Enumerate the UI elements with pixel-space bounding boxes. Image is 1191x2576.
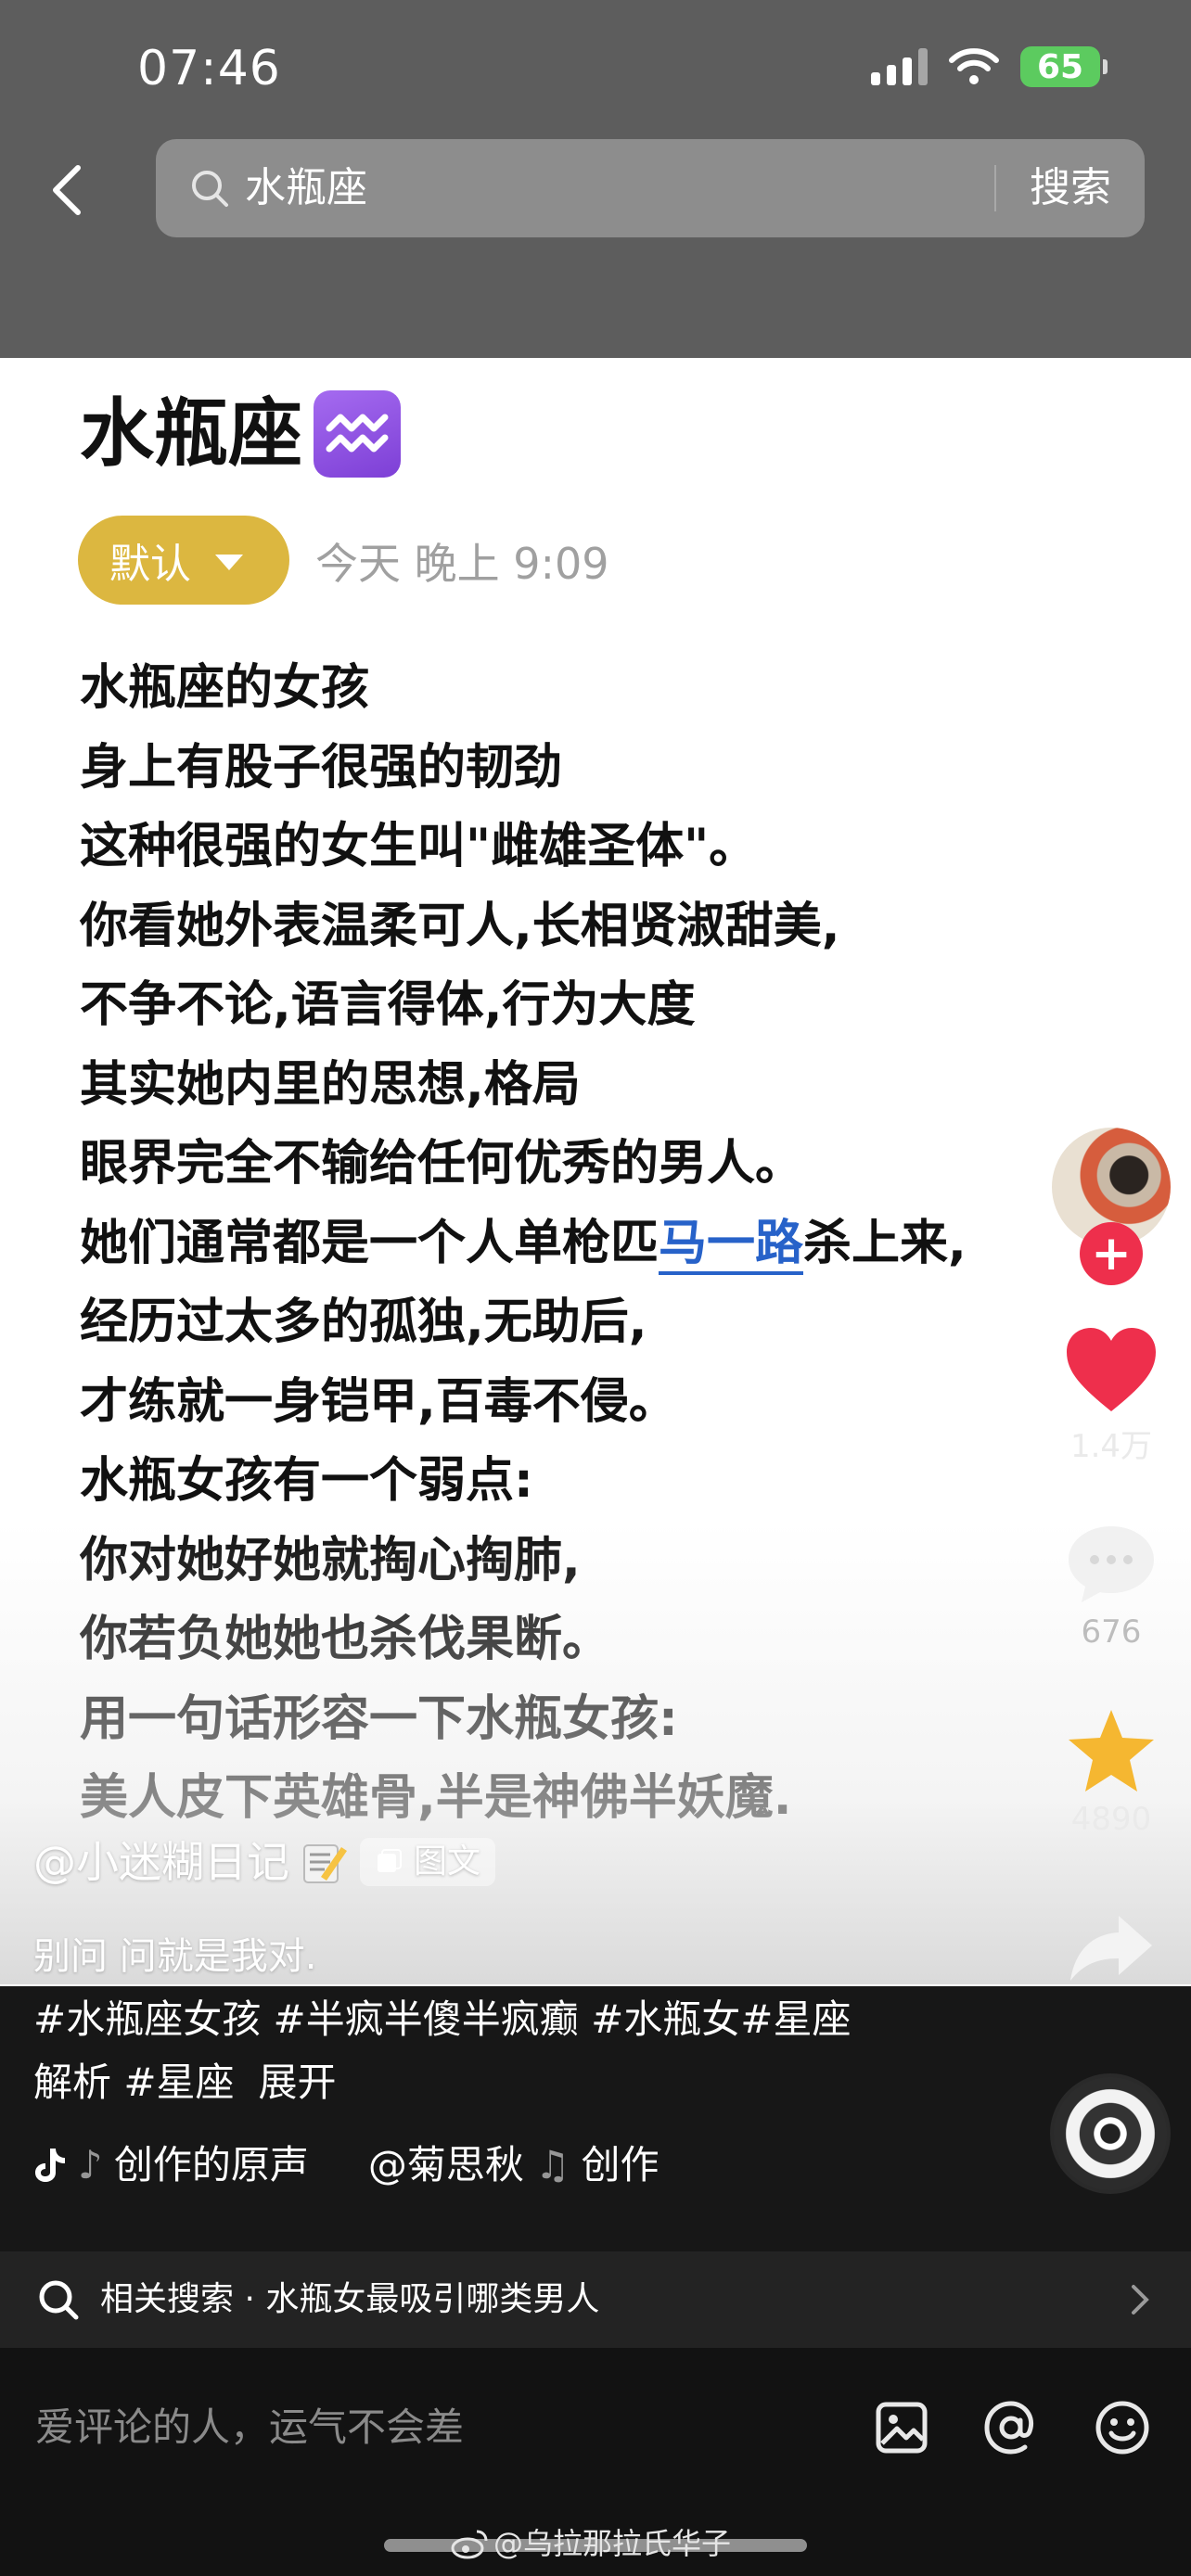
search-bar[interactable]: 水瓶座 搜索: [156, 139, 1145, 237]
note-line: 不争不论,语言得体,行为大度: [80, 977, 696, 1033]
favorite-count: 4890: [1070, 1801, 1152, 1838]
music-author: @菊思秋: [367, 2142, 524, 2187]
sort-dropdown[interactable]: 默认: [78, 516, 289, 605]
music-tail: 创作: [581, 2142, 660, 2187]
search-button[interactable]: 搜索: [1030, 161, 1111, 215]
plus-icon: +: [1091, 1226, 1132, 1282]
expand-button[interactable]: 展开: [259, 2060, 337, 2105]
image-picker-button[interactable]: [872, 2398, 931, 2457]
hashtags: #水瓶座女孩 #半疯半傻半疯癫 #水瓶女#星座 解析 #星座 展开: [33, 1988, 942, 2114]
search-icon: [192, 171, 228, 207]
author-name[interactable]: @小迷糊日记: [33, 1834, 289, 1890]
note-body: 水瓶座的女孩 身上有股子很强的韧劲 这种很强的女生叫"雌雄圣体"。 你看她外表温…: [80, 649, 1063, 1839]
top-bar: 07:46 65 水瓶座 搜索: [0, 0, 1191, 358]
hashtags-line-2: 解析 #星座 展开: [33, 2051, 942, 2114]
note-line: 你若负她她也杀伐果断。: [80, 1612, 611, 1667]
battery-level: 65: [1036, 47, 1084, 86]
note-header: 水瓶座: [80, 389, 401, 478]
hashtags-line-2-text[interactable]: 解析 #星座: [33, 2060, 235, 2105]
at-sign-icon: [984, 2401, 1033, 2455]
status-time: 07:46: [137, 41, 281, 96]
caret-down-icon: [215, 554, 243, 570]
search-input[interactable]: 水瓶座: [245, 161, 367, 215]
aquarius-emoji-icon: [314, 390, 401, 478]
note-line: 其实她内里的思想,格局: [80, 1056, 581, 1113]
image-text-icon: [378, 1849, 402, 1872]
post-type-label: 图文: [414, 1843, 481, 1881]
music-info[interactable]: ♪ 创作的原声 @菊思秋 ♫ 创作: [33, 2138, 660, 2192]
related-search-bar[interactable]: 相关搜索 · 水瓶女最吸引哪类男人: [0, 2251, 1191, 2348]
post-caption: 别问 问就是我对.: [33, 1935, 317, 1978]
status-indicators: 65: [871, 46, 1108, 87]
note-line: 这种很强的女生叫"雌雄圣体"。: [80, 819, 758, 874]
note-line: 眼界完全不输给任何优秀的男人。: [80, 1136, 804, 1192]
comment-input[interactable]: 爱评论的人，运气不会差: [35, 2402, 464, 2454]
chevron-left-icon: [53, 165, 81, 215]
like-count: 1.4万: [1069, 1428, 1153, 1465]
chevron-right-icon: [1132, 2285, 1149, 2315]
comment-count: 676: [1081, 1613, 1142, 1651]
tiktok-note-icon: [35, 2149, 65, 2182]
search-icon: [39, 2280, 79, 2320]
music-disc[interactable]: [1050, 2073, 1171, 2194]
sort-dropdown-label: 默认: [109, 541, 191, 588]
mention-button[interactable]: [981, 2398, 1041, 2457]
favorite-button[interactable]: 4890: [1054, 1706, 1169, 1838]
search-link[interactable]: 马一路: [659, 1215, 804, 1275]
heart-icon: [1067, 1328, 1156, 1411]
note-line: 她们通常都是一个人单枪匹马一路杀上来,: [80, 1205, 1063, 1284]
watermark-text: @乌拉那拉氏华子: [493, 2526, 732, 2561]
related-search-text: 相关搜索 · 水瓶女最吸引哪类男人: [100, 2277, 599, 2322]
watermark: @乌拉那拉氏华子: [451, 2524, 731, 2563]
share-button[interactable]: [1054, 1910, 1169, 1984]
post-author[interactable]: @小迷糊日记 图文: [33, 1834, 496, 1890]
cellular-signal-icon: [871, 48, 928, 85]
note-line: 才练就一身铠甲,百毒不侵。: [80, 1373, 677, 1430]
battery-indicator: 65: [1020, 46, 1108, 87]
post-type-badge: 图文: [360, 1838, 496, 1886]
like-button[interactable]: 1.4万: [1054, 1326, 1169, 1466]
memo-emoji-icon: [303, 1844, 347, 1883]
note-line: 水瓶女孩有一个弱点:: [80, 1453, 533, 1509]
note-line: 美人皮下英雄骨,半是神佛半妖魔.: [80, 1770, 792, 1826]
note-line: 身上有股子很强的韧劲: [80, 739, 563, 796]
note-line: 经历过太多的孤独,无助后,: [80, 1294, 647, 1350]
emoji-button[interactable]: [1093, 2398, 1152, 2457]
weibo-logo-icon: [451, 2530, 488, 2559]
note-line-text: 她们通常都是一个人单枪匹: [80, 1215, 660, 1271]
note-line: 水瓶座的女孩: [80, 660, 370, 716]
related-search-separator: ·: [244, 2280, 255, 2318]
note-date: 今天 晚上 9:09: [315, 539, 609, 589]
music-title: 创作的原声: [113, 2142, 309, 2187]
share-arrow-icon: [1070, 1916, 1152, 1981]
wifi-icon: [949, 48, 999, 84]
note-line: 你对她好她就掏心掏肺,: [80, 1532, 581, 1588]
comment-button[interactable]: 676: [1054, 1521, 1169, 1651]
related-search-query: 水瓶女最吸引哪类男人: [265, 2280, 600, 2318]
note-line: 你看她外表温柔可人,长相贤淑甜美,: [80, 898, 840, 954]
note-line-text: 杀上来,: [803, 1215, 967, 1271]
star-icon: [1069, 1710, 1154, 1792]
back-button[interactable]: [41, 158, 93, 223]
music-note-icon: ♫: [534, 2142, 570, 2187]
smiley-icon: [1095, 2401, 1149, 2455]
comment-bubble-icon: [1069, 1526, 1154, 1602]
note-title: 水瓶座: [80, 390, 302, 477]
hashtags-line-1[interactable]: #水瓶座女孩 #半疯半傻半疯癫 #水瓶女#星座: [33, 1988, 942, 2051]
note-line: 用一句话形容一下水瓶女孩:: [80, 1690, 678, 1747]
image-icon: [876, 2402, 928, 2454]
related-search-label: 相关搜索: [100, 2280, 235, 2318]
music-note-icon: ♪: [78, 2142, 103, 2187]
follow-button[interactable]: +: [1080, 1222, 1143, 1285]
search-divider: [994, 165, 996, 211]
